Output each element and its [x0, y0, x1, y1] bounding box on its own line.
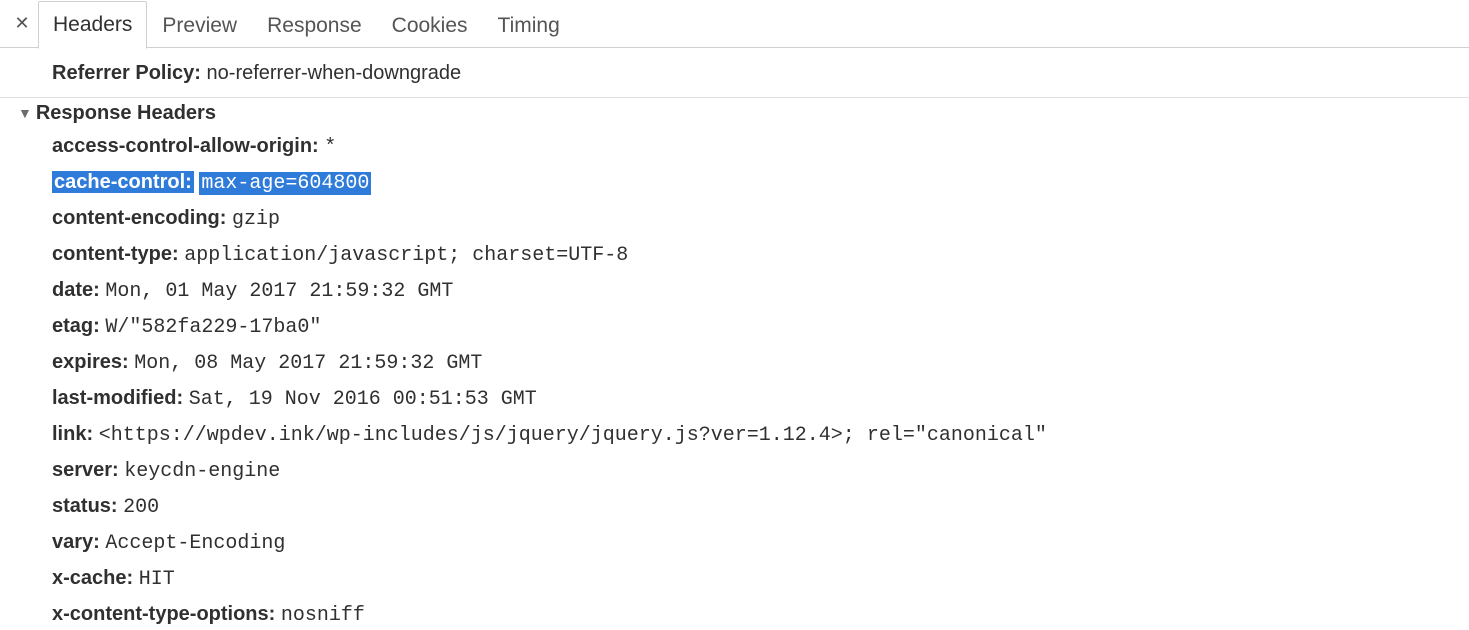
content-encoding-value: gzip: [232, 208, 280, 231]
x-cache-value: HIT: [139, 568, 175, 591]
header-vary: vary: Accept-Encoding: [0, 525, 1469, 561]
last-modified-value: Sat, 19 Nov 2016 00:51:53 GMT: [189, 388, 537, 411]
header-x-cache: x-cache: HIT: [0, 561, 1469, 597]
date-value: Mon, 01 May 2017 21:59:32 GMT: [105, 280, 453, 303]
etag-value: W/"582fa229-17ba0": [105, 316, 321, 339]
content-encoding-label: content-encoding:: [52, 207, 226, 229]
header-status: status: 200: [0, 489, 1469, 525]
status-label: status:: [52, 495, 118, 517]
tab-bar: ✕ Headers Preview Response Cookies Timin…: [0, 0, 1469, 48]
vary-value: Accept-Encoding: [105, 532, 285, 555]
acao-label: access-control-allow-origin:: [52, 135, 319, 157]
server-value: keycdn-engine: [124, 460, 280, 483]
server-label: server:: [52, 459, 119, 481]
tab-cookies[interactable]: Cookies: [377, 1, 483, 49]
header-content-type: content-type: application/javascript; ch…: [0, 237, 1469, 273]
response-headers-toggle[interactable]: ▼ Response Headers: [0, 98, 1469, 129]
vary-label: vary:: [52, 531, 100, 553]
tab-timing[interactable]: Timing: [483, 1, 575, 49]
expires-value: Mon, 08 May 2017 21:59:32 GMT: [134, 352, 482, 375]
header-last-modified: last-modified: Sat, 19 Nov 2016 00:51:53…: [0, 381, 1469, 417]
header-acao: access-control-allow-origin: *: [0, 129, 1469, 165]
status-value: 200: [123, 496, 159, 519]
etag-label: etag:: [52, 315, 100, 337]
link-label: link:: [52, 423, 93, 445]
header-link: link: <https://wpdev.ink/wp-includes/js/…: [0, 417, 1469, 453]
x-cto-value: nosniff: [281, 604, 365, 627]
response-headers-title: Response Headers: [36, 102, 216, 125]
tab-response[interactable]: Response: [252, 1, 377, 49]
content-type-value: application/javascript; charset=UTF-8: [184, 244, 628, 267]
header-content-encoding: content-encoding: gzip: [0, 201, 1469, 237]
header-server: server: keycdn-engine: [0, 453, 1469, 489]
last-modified-label: last-modified:: [52, 387, 183, 409]
referrer-policy-row: Referrer Policy: no-referrer-when-downgr…: [0, 56, 1469, 91]
header-date: date: Mon, 01 May 2017 21:59:32 GMT: [0, 273, 1469, 309]
date-label: date:: [52, 279, 100, 301]
acao-value: *: [324, 136, 336, 159]
link-value: <https://wpdev.ink/wp-includes/js/jquery…: [99, 424, 1047, 447]
content-type-label: content-type:: [52, 243, 179, 265]
referrer-policy-value: no-referrer-when-downgrade: [207, 62, 462, 84]
header-etag: etag: W/"582fa229-17ba0": [0, 309, 1469, 345]
referrer-policy-label: Referrer Policy:: [52, 62, 201, 84]
cache-control-value: max-age=604800: [199, 172, 371, 195]
x-cto-label: x-content-type-options:: [52, 603, 275, 625]
tab-preview[interactable]: Preview: [147, 1, 252, 49]
header-cache-control: cache-control: max-age=604800: [0, 165, 1469, 201]
expires-label: expires:: [52, 351, 129, 373]
tab-headers[interactable]: Headers: [38, 1, 147, 49]
close-icon[interactable]: ✕: [6, 0, 38, 47]
triangle-down-icon: ▼: [18, 105, 32, 121]
header-x-content-type-options: x-content-type-options: nosniff: [0, 597, 1469, 630]
x-cache-label: x-cache:: [52, 567, 133, 589]
cache-control-label: cache-control:: [52, 171, 194, 193]
headers-panel: Referrer Policy: no-referrer-when-downgr…: [0, 48, 1469, 630]
header-expires: expires: Mon, 08 May 2017 21:59:32 GMT: [0, 345, 1469, 381]
